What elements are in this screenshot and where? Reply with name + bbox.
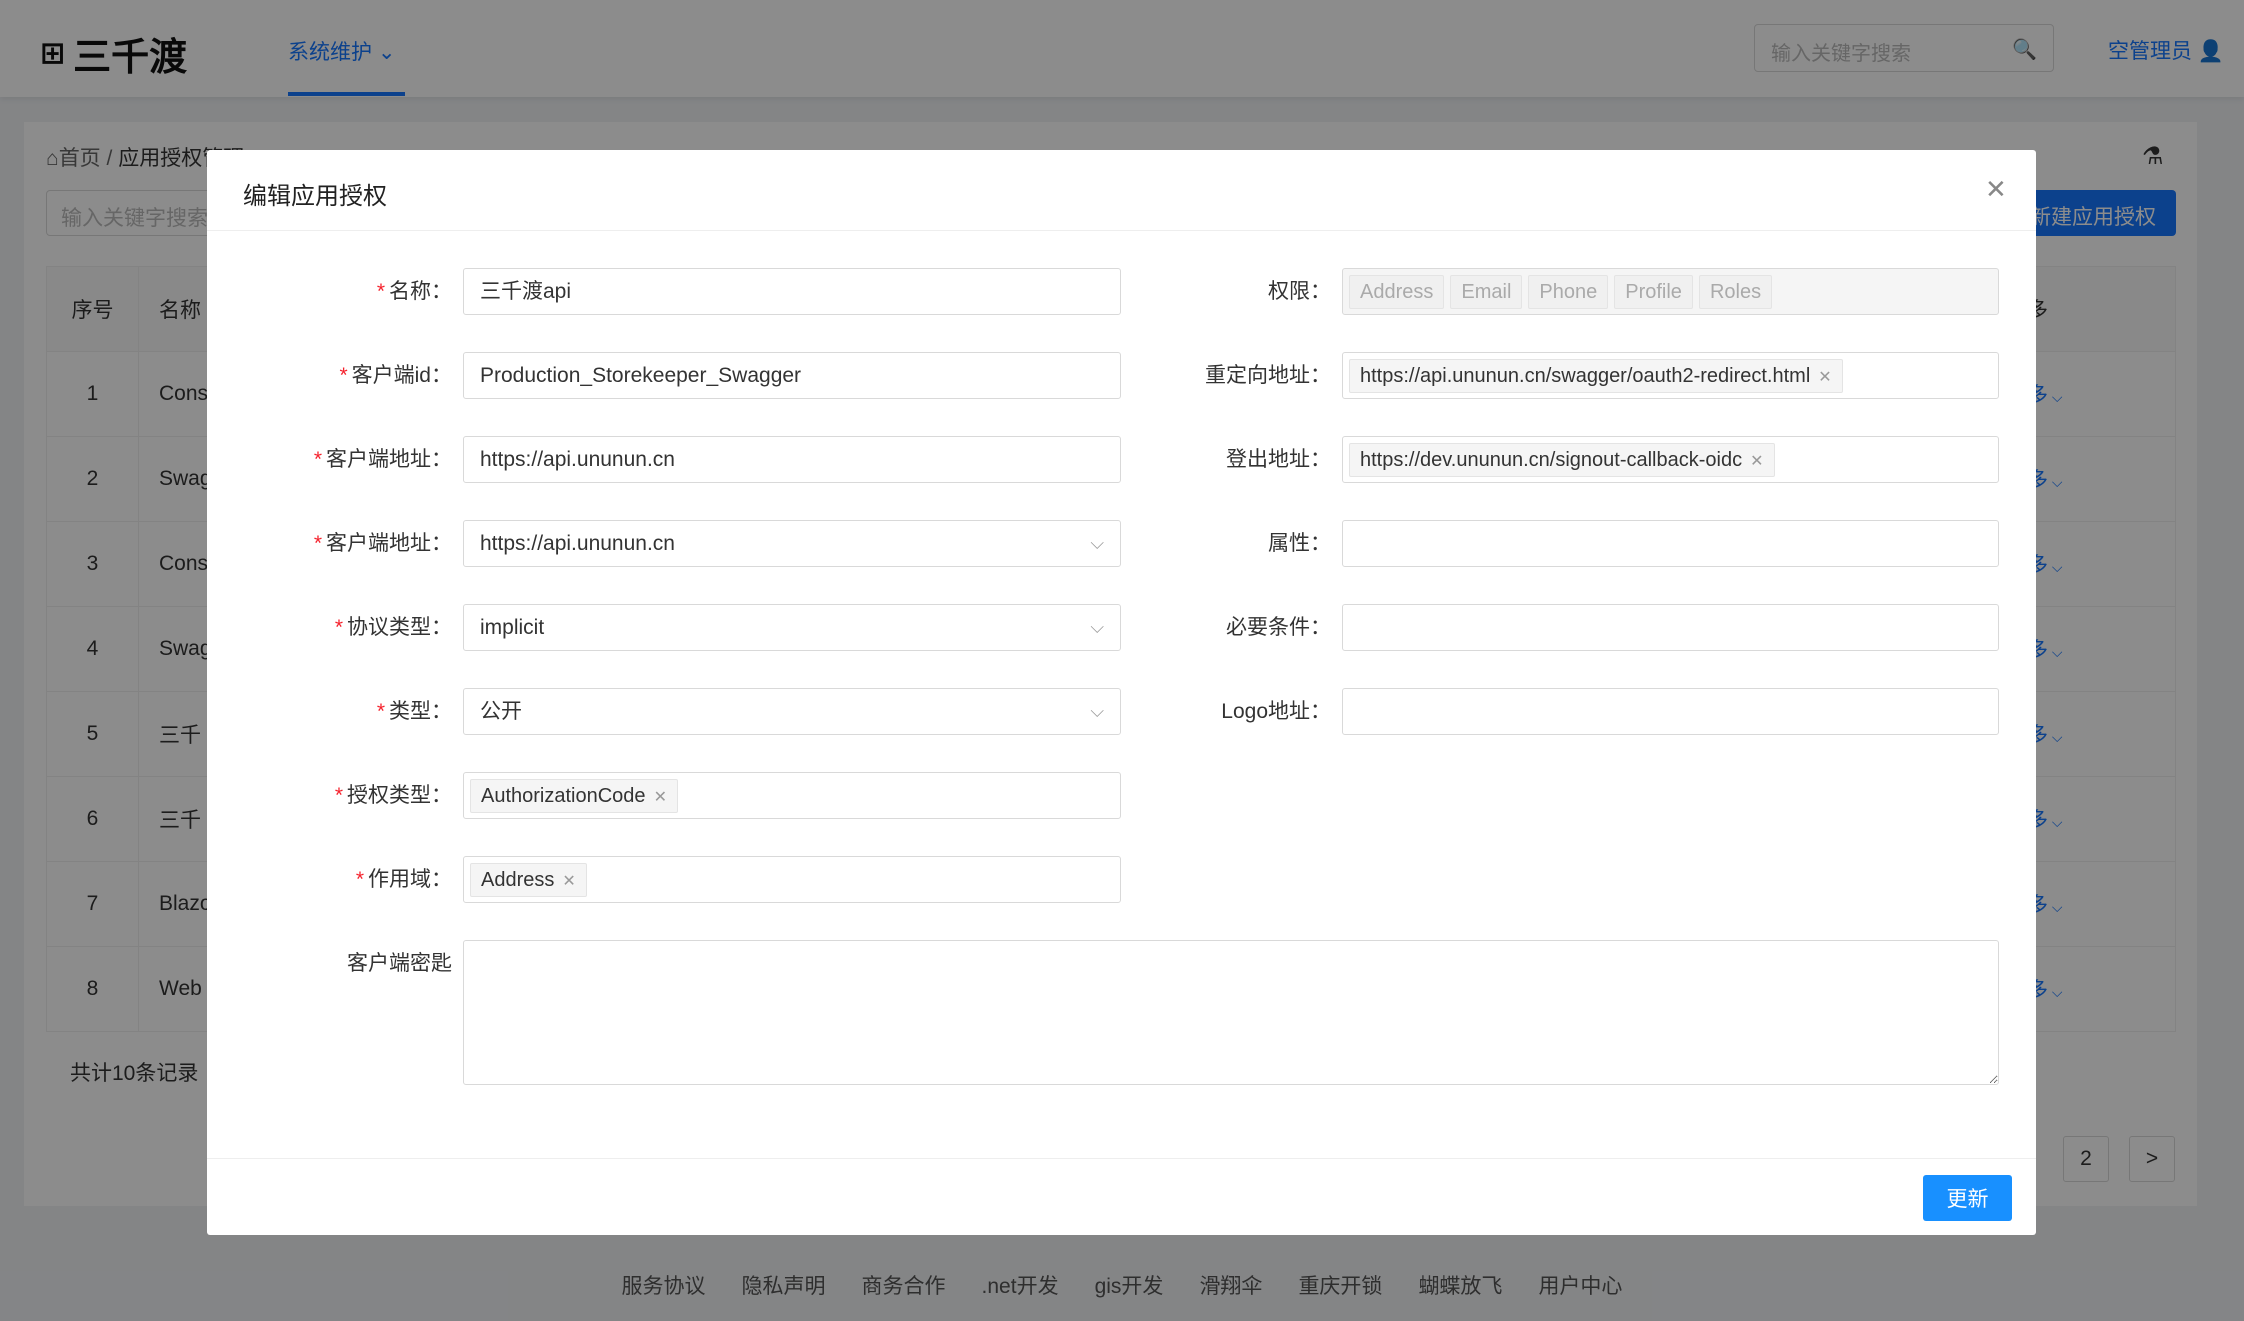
field-label: * 客户端地址： — [313, 532, 452, 555]
tag-remove-icon[interactable]: ✕ — [562, 873, 575, 890]
client-secret-label: 客户端密匙 — [347, 952, 452, 975]
text-input[interactable]: https://api.ununun.cn — [463, 436, 1121, 483]
required-marker: * — [376, 700, 385, 723]
tag: Roles — [1698, 274, 1773, 309]
required-marker: * — [334, 616, 343, 639]
field-label: 必要条件： — [1226, 616, 1331, 639]
field-label: * 协议类型： — [334, 616, 452, 639]
tag: Phone — [1528, 274, 1609, 309]
field-label: * 作用域： — [355, 868, 452, 891]
required-marker: * — [313, 532, 322, 555]
required-marker: * — [334, 784, 343, 807]
tag-input[interactable]: AuthorizationCode ✕ — [463, 772, 1121, 819]
tag: Profile — [1614, 274, 1693, 309]
select-input[interactable]: 公开 ⌵ — [463, 688, 1121, 735]
field-label: 权限： — [1268, 280, 1331, 303]
tag-input[interactable]: https://dev.ununun.cn/signout-callback-o… — [1342, 436, 1999, 483]
dialog-footer-divider — [207, 1158, 2036, 1159]
text-input[interactable] — [1342, 604, 1999, 651]
tag: Email — [1450, 274, 1523, 309]
tag-input[interactable]: Address ✕ — [463, 856, 1121, 903]
select-input[interactable]: implicit ⌵ — [463, 604, 1121, 651]
required-marker: * — [313, 448, 322, 471]
field-label: Logo地址： — [1221, 700, 1331, 723]
tag: AuthorizationCode ✕ — [470, 778, 678, 813]
tag-remove-icon[interactable]: ✕ — [654, 789, 667, 806]
text-input[interactable]: 三千渡api — [463, 268, 1121, 315]
close-icon[interactable]: ✕ — [1985, 174, 2007, 205]
tag-remove-icon[interactable]: ✕ — [1750, 453, 1763, 470]
field-label: 重定向地址： — [1205, 364, 1331, 387]
tag: Address ✕ — [470, 862, 587, 897]
dialog-title: 编辑应用授权 — [243, 183, 387, 210]
text-input[interactable]: Production_Storekeeper_Swagger — [463, 352, 1121, 399]
tag: https://dev.ununun.cn/signout-callback-o… — [1349, 442, 1775, 477]
required-marker: * — [376, 280, 385, 303]
tag-remove-icon[interactable]: ✕ — [1818, 369, 1831, 386]
field-label: * 客户端id： — [339, 364, 452, 387]
text-input[interactable] — [1342, 520, 1999, 567]
required-marker: * — [339, 364, 348, 387]
dialog-header-divider — [207, 230, 2036, 231]
update-button[interactable]: 更新 — [1923, 1175, 2012, 1221]
tag-input[interactable]: https://api.ununun.cn/swagger/oauth2-red… — [1342, 352, 1999, 399]
tag: Address — [1349, 274, 1445, 309]
field-label: * 名称： — [376, 280, 452, 303]
field-label: * 类型： — [376, 700, 452, 723]
field-label: * 授权类型： — [334, 784, 452, 807]
field-label: 属性： — [1268, 532, 1331, 555]
client-secret-textarea[interactable] — [463, 940, 1999, 1085]
text-input[interactable] — [1342, 688, 1999, 735]
field-label: * 客户端地址： — [313, 448, 452, 471]
tag: https://api.ununun.cn/swagger/oauth2-red… — [1349, 358, 1843, 393]
permissions-select-disabled: Address Email Phone Profile Roles — [1342, 268, 1999, 315]
select-input[interactable]: https://api.ununun.cn ⌵ — [463, 520, 1121, 567]
field-label: 登出地址： — [1226, 448, 1331, 471]
required-marker: * — [355, 868, 364, 891]
